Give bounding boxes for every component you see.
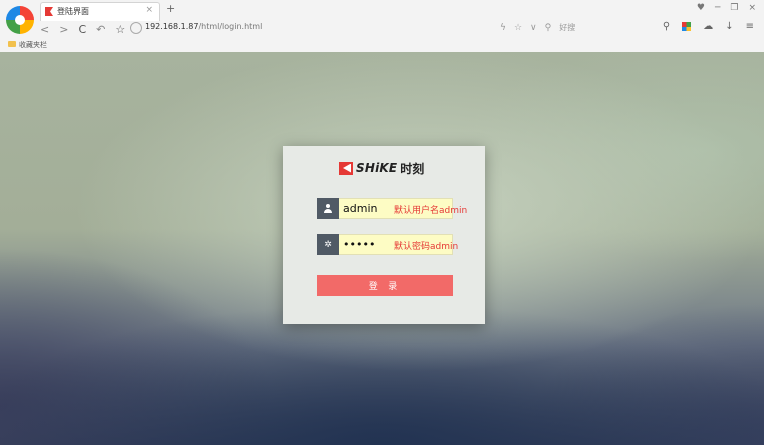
cloud-icon[interactable]: ☁ xyxy=(703,21,713,32)
username-hint: 默认用户名admin xyxy=(394,206,468,216)
apps-icon[interactable] xyxy=(682,22,692,31)
download-icon[interactable]: ↓ xyxy=(725,21,733,32)
username-input[interactable] xyxy=(343,202,391,215)
brand-name: SHiKE xyxy=(356,161,398,175)
search-icon[interactable]: ⚲ xyxy=(545,23,552,33)
bookmark-bar: 收藏夹栏 xyxy=(0,38,764,52)
zoom-icon[interactable]: ⚲ xyxy=(663,21,670,32)
gear-icon: ✲ xyxy=(317,234,339,255)
lightning-icon[interactable]: ϟ xyxy=(500,23,506,33)
password-field: ✲ 默认密码admin xyxy=(317,234,458,255)
dropdown-chevron-icon[interactable]: ∨ xyxy=(530,23,537,33)
address-path: /html/login.html xyxy=(198,22,263,31)
brand-logo: SHiKE 时刻 xyxy=(339,160,424,176)
restore-icon[interactable]: ❐ xyxy=(730,3,738,13)
browser-chrome: 登陆界面 × + ♥ ─ ❐ × < > C ↶ ☆ 192.168.1.87/… xyxy=(0,0,764,53)
bookmark-star-icon[interactable]: ☆ xyxy=(115,23,125,36)
tab-favicon-icon xyxy=(45,7,53,16)
address-bar[interactable]: 192.168.1.87/html/login.html xyxy=(145,22,262,31)
toolbar-right: ⚲ ☁ ↓ ≡ xyxy=(663,21,754,32)
minimize-icon[interactable]: ─ xyxy=(715,3,720,13)
folder-icon xyxy=(8,41,16,47)
brand-mark-icon xyxy=(339,161,353,175)
undo-icon[interactable]: ↶ xyxy=(96,23,105,36)
window-controls: ♥ ─ ❐ × xyxy=(697,3,756,13)
username-field: 默认用户名admin xyxy=(317,198,467,219)
favorite-heart-icon[interactable]: ♥ xyxy=(697,3,705,13)
search-area: ϟ ☆ ∨ ⚲ 好搜 xyxy=(500,22,575,33)
browser-tab[interactable]: 登陆界面 × xyxy=(40,2,160,21)
address-host: 192.168.1.87 xyxy=(145,22,199,31)
login-button[interactable]: 登 录 xyxy=(317,275,453,296)
search-input[interactable]: 好搜 xyxy=(559,22,575,33)
user-icon xyxy=(317,198,339,219)
password-input[interactable] xyxy=(343,238,391,251)
tab-close-icon[interactable]: × xyxy=(145,5,153,15)
new-tab-button[interactable]: + xyxy=(166,2,175,15)
tab-title: 登陆界面 xyxy=(57,7,89,16)
close-window-icon[interactable]: × xyxy=(748,3,756,13)
password-hint: 默认密码admin xyxy=(394,242,459,252)
back-icon[interactable]: < xyxy=(40,23,49,36)
navigation-bar: < > C ↶ ☆ xyxy=(40,20,125,38)
browser-logo-icon[interactable] xyxy=(6,6,34,34)
page-background: SHiKE 时刻 默认用户名admin ✲ 默认密码admin 登 录 xyxy=(0,52,764,445)
login-card: SHiKE 时刻 默认用户名admin ✲ 默认密码admin 登 录 xyxy=(283,146,485,324)
forward-icon[interactable]: > xyxy=(59,23,68,36)
brand-name-chinese: 时刻 xyxy=(400,161,425,176)
favorite-star-icon[interactable]: ☆ xyxy=(514,23,522,33)
site-info-icon[interactable] xyxy=(130,22,142,34)
reload-icon[interactable]: C xyxy=(78,23,86,36)
menu-icon[interactable]: ≡ xyxy=(746,21,754,32)
bookmark-bar-label[interactable]: 收藏夹栏 xyxy=(19,40,47,50)
